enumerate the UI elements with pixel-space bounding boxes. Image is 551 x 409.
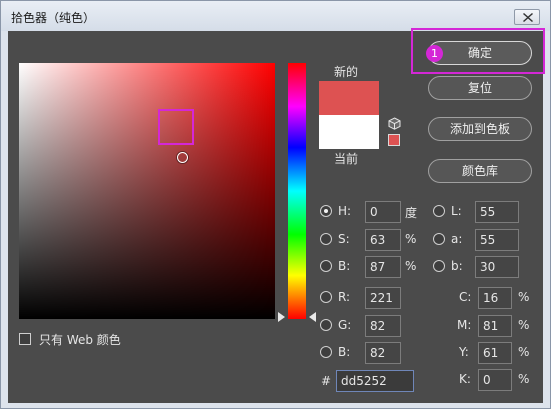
b-rgb-label: B:: [338, 345, 351, 359]
radio-h[interactable]: [320, 205, 332, 217]
close-icon: [523, 13, 533, 22]
b-hsb-label: B:: [338, 259, 351, 273]
r-input[interactable]: 221: [365, 287, 401, 309]
k-label: K:: [459, 372, 471, 386]
g-label: G:: [338, 318, 352, 332]
b-lab-label: b:: [451, 259, 463, 273]
web-colors-only-checkbox[interactable]: [19, 333, 31, 345]
hex-input[interactable]: dd5252: [336, 370, 414, 392]
m-unit: %: [518, 318, 530, 332]
m-label: M:: [457, 318, 472, 332]
color-picker-marker[interactable]: [177, 152, 188, 163]
reset-button[interactable]: 复位: [428, 76, 532, 100]
out-of-gamut-cube-icon[interactable]: [388, 117, 401, 130]
step-badge: 1: [426, 45, 443, 62]
marker-highlight-box: [158, 109, 194, 145]
ok-button[interactable]: 确定: [428, 41, 532, 65]
saturation-brightness-field[interactable]: [19, 63, 275, 319]
s-unit: %: [405, 232, 417, 246]
new-color-swatch: [319, 81, 379, 115]
radio-g[interactable]: [320, 319, 332, 331]
current-color-swatch[interactable]: [319, 115, 379, 149]
s-label: S:: [338, 232, 350, 246]
radio-a[interactable]: [433, 233, 445, 245]
y-unit: %: [518, 345, 530, 359]
hue-slider-left-handle[interactable]: [278, 312, 285, 322]
a-input[interactable]: 55: [475, 229, 519, 251]
b-hsb-unit: %: [405, 259, 417, 273]
b-rgb-input[interactable]: 82: [365, 342, 401, 364]
current-color-label: 当前: [334, 152, 359, 166]
hex-label: #: [321, 374, 332, 388]
b-lab-input[interactable]: 30: [475, 256, 519, 278]
dialog-body: 新的 当前 确定 1 复位 添加到色板 颜色库 H: 0 度 S: 63 % B…: [8, 28, 545, 403]
y-label: Y:: [459, 345, 469, 359]
radio-b-hsb[interactable]: [320, 260, 332, 272]
a-label: a:: [451, 232, 463, 246]
radio-b-rgb[interactable]: [320, 346, 332, 358]
color-libraries-button[interactable]: 颜色库: [428, 159, 532, 183]
c-label: C:: [459, 290, 472, 304]
radio-b-lab[interactable]: [433, 260, 445, 272]
gamut-color-swatch[interactable]: [388, 134, 400, 146]
window-title: 拾色器（纯色）: [11, 11, 96, 25]
l-input[interactable]: 55: [475, 201, 519, 223]
y-input[interactable]: 61: [478, 342, 512, 364]
b-hsb-input[interactable]: 87: [365, 256, 401, 278]
hue-slider[interactable]: [288, 63, 306, 319]
k-unit: %: [518, 372, 530, 386]
hue-slider-right-handle[interactable]: [309, 312, 316, 322]
close-button[interactable]: [514, 9, 540, 25]
h-unit: 度: [405, 206, 418, 220]
add-to-swatches-button[interactable]: 添加到色板: [428, 117, 532, 141]
new-color-label: 新的: [334, 65, 359, 79]
radio-l[interactable]: [433, 205, 445, 217]
m-input[interactable]: 81: [478, 315, 512, 337]
k-input[interactable]: 0: [478, 369, 512, 391]
h-label: H:: [338, 204, 352, 218]
radio-s[interactable]: [320, 233, 332, 245]
l-label: L:: [451, 204, 462, 218]
h-input[interactable]: 0: [365, 201, 401, 223]
web-colors-only-label: 只有 Web 颜色: [39, 333, 121, 347]
c-input[interactable]: 16: [478, 287, 512, 309]
radio-r[interactable]: [320, 291, 332, 303]
g-input[interactable]: 82: [365, 315, 401, 337]
s-input[interactable]: 63: [365, 229, 401, 251]
r-label: R:: [338, 290, 351, 304]
c-unit: %: [518, 290, 530, 304]
color-picker-window: 拾色器（纯色） 新的 当前 确定 1 复位 添加到色板 颜色库 H: 0 度 S…: [0, 0, 551, 409]
title-bar: 拾色器（纯色）: [1, 1, 550, 31]
